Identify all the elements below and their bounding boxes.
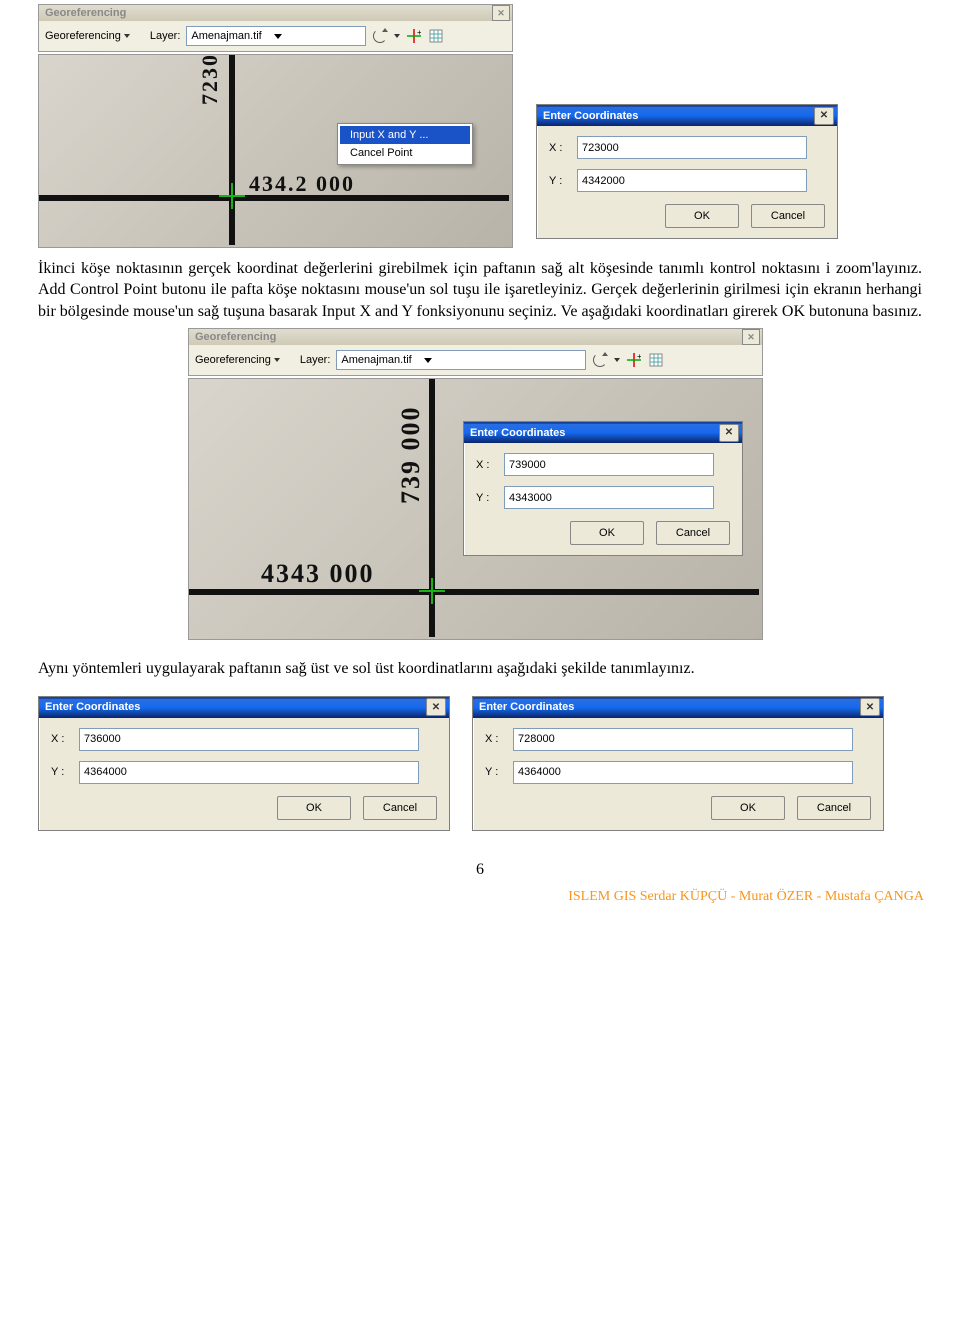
page-number: 6 [38, 861, 922, 879]
close-icon[interactable]: ✕ [426, 698, 446, 716]
add-control-point-icon[interactable]: + [626, 352, 642, 368]
cancel-button[interactable]: Cancel [656, 521, 730, 545]
cancel-button[interactable]: Cancel [751, 204, 825, 228]
chevron-down-icon [274, 34, 282, 39]
close-icon[interactable]: ✕ [814, 107, 834, 125]
y-input[interactable] [79, 761, 419, 784]
y-input[interactable] [513, 761, 853, 784]
ok-button[interactable]: OK [277, 796, 351, 820]
georef-toolbar-panel: Georeferencing ✕ Georeferencing Layer: A… [38, 4, 513, 52]
map-canvas[interactable]: 723000 434.2 000 Input X and Y ... Cance… [38, 54, 513, 248]
enter-coordinates-dialog: Enter Coordinates ✕ X : Y : OK Cancel [472, 696, 884, 831]
layer-combo[interactable]: Amenajman.tif [186, 26, 366, 46]
y-input[interactable] [504, 486, 714, 509]
x-label: X : [549, 142, 571, 154]
enter-coordinates-dialog: Enter Coordinates ✕ X : Y : OK Cancel [463, 421, 743, 556]
y-input[interactable] [577, 169, 807, 192]
x-label: X : [51, 733, 73, 745]
georef-toolbar-title: Georeferencing [195, 331, 276, 343]
y-label: Y : [549, 175, 571, 187]
enter-coordinates-dialog: Enter Coordinates ✕ X : Y : OK Cancel [38, 696, 450, 831]
map-ytick-label: 723000 [197, 54, 223, 105]
x-label: X : [476, 459, 498, 471]
footer-credits: ISLEM GIS Serdar KÜPÇÜ - Murat ÖZER - Mu… [0, 889, 960, 905]
layer-value: Amenajman.tif [341, 354, 411, 366]
svg-text:+: + [637, 353, 641, 361]
layer-label: Layer: [150, 30, 181, 42]
view-link-table-icon[interactable] [648, 352, 664, 368]
ok-button[interactable]: OK [665, 204, 739, 228]
map-ytick-label: 739 000 [396, 406, 426, 505]
instruction-paragraph-1: İkinci köşe noktasının gerçek koordinat … [38, 258, 922, 322]
chevron-down-icon [274, 358, 280, 362]
instruction-paragraph-2: Aynı yöntemleri uygulayarak paftanın sağ… [38, 658, 922, 679]
cancel-button[interactable]: Cancel [363, 796, 437, 820]
map-canvas[interactable]: 739 000 4343 000 Enter Coordinates ✕ X :… [188, 378, 763, 640]
y-label: Y : [485, 766, 507, 778]
control-point-marker [419, 578, 445, 604]
georef-menu-dropdown[interactable]: Georeferencing [195, 354, 280, 366]
close-icon[interactable]: ✕ [492, 5, 510, 21]
y-label: Y : [476, 492, 498, 504]
x-label: X : [485, 733, 507, 745]
y-label: Y : [51, 766, 73, 778]
svg-text:+: + [417, 29, 421, 37]
x-input[interactable] [79, 728, 419, 751]
georef-toolbar-title: Georeferencing [45, 7, 126, 19]
chevron-down-icon [124, 34, 130, 38]
close-icon[interactable]: ✕ [742, 329, 760, 345]
layer-label: Layer: [300, 354, 331, 366]
close-icon[interactable]: ✕ [719, 424, 739, 442]
ok-button[interactable]: OK [711, 796, 785, 820]
control-point-marker [219, 183, 245, 209]
add-control-point-icon[interactable]: + [406, 28, 422, 44]
dialog-title: Enter Coordinates [45, 701, 140, 713]
chevron-down-icon [424, 358, 432, 363]
close-icon[interactable]: ✕ [860, 698, 880, 716]
cancel-button[interactable]: Cancel [797, 796, 871, 820]
menu-item-cancel-point[interactable]: Cancel Point [340, 144, 470, 162]
layer-value: Amenajman.tif [191, 30, 261, 42]
georef-menu-label: Georeferencing [45, 30, 121, 42]
georef-menu-dropdown[interactable]: Georeferencing [45, 30, 130, 42]
ok-button[interactable]: OK [570, 521, 644, 545]
x-input[interactable] [513, 728, 853, 751]
map-xtick-label: 434.2 000 [249, 171, 355, 197]
enter-coordinates-dialog: Enter Coordinates ✕ X : Y : OK Cancel [536, 104, 838, 239]
dialog-title: Enter Coordinates [479, 701, 574, 713]
context-menu: Input X and Y ... Cancel Point [337, 123, 473, 165]
georef-toolbar-panel: Georeferencing ✕ Georeferencing Layer: A… [188, 328, 763, 376]
rotate-icon[interactable] [372, 28, 388, 44]
chevron-down-icon[interactable] [394, 34, 400, 38]
georef-menu-label: Georeferencing [195, 354, 271, 366]
rotate-icon[interactable] [592, 352, 608, 368]
layer-combo[interactable]: Amenajman.tif [336, 350, 586, 370]
chevron-down-icon[interactable] [614, 358, 620, 362]
view-link-table-icon[interactable] [428, 28, 444, 44]
map-xtick-label: 4343 000 [261, 559, 375, 589]
x-input[interactable] [504, 453, 714, 476]
x-input[interactable] [577, 136, 807, 159]
menu-item-input-xy[interactable]: Input X and Y ... [340, 126, 470, 144]
dialog-title: Enter Coordinates [470, 427, 565, 439]
dialog-title: Enter Coordinates [543, 110, 638, 122]
